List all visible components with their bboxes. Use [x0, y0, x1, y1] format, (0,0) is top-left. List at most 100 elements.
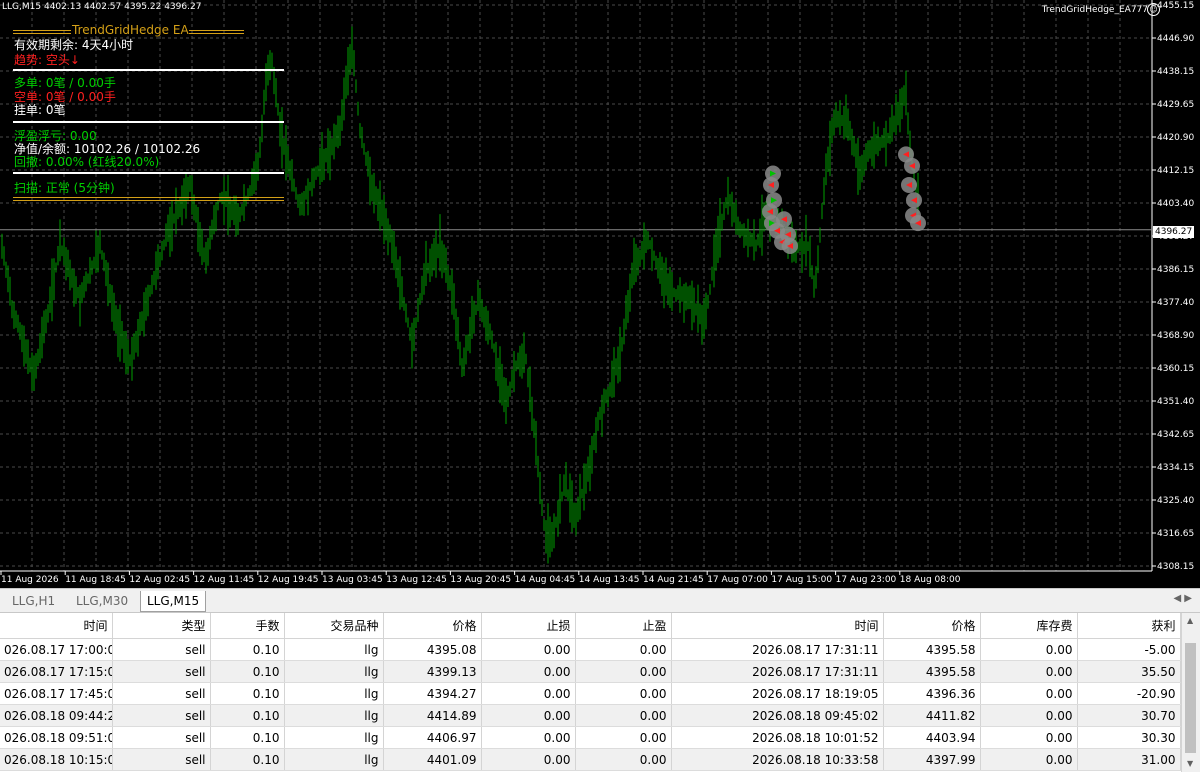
time-axis-label: 11 Aug 2026 — [1, 575, 59, 585]
cell-open-time: 026.08.17 17:45:00 — [0, 682, 113, 705]
cell-stop-loss: 0.00 — [481, 638, 576, 661]
cell-symbol: llg — [284, 660, 384, 683]
time-axis-label: 11 Aug 18:45 — [65, 575, 126, 585]
cell-type: sell — [112, 682, 211, 705]
tab-llg-m15[interactable]: LLG,M15 — [140, 591, 207, 612]
cell-take-profit: 0.00 — [575, 726, 672, 749]
cell-stop-loss: 0.00 — [481, 726, 576, 749]
cell-type: sell — [112, 638, 211, 661]
price-axis-label: 4368.90 — [1157, 331, 1194, 341]
time-axis-label: 12 Aug 19:45 — [258, 575, 319, 585]
price-axis-label: 4386.15 — [1157, 265, 1194, 275]
col-header-open-time[interactable]: 时间 — [0, 613, 113, 639]
col-header-take-profit[interactable]: 止盈 — [575, 613, 672, 639]
price-axis-label: 4446.90 — [1157, 34, 1194, 44]
time-axis-label: 12 Aug 02:45 — [129, 575, 190, 585]
table-row[interactable]: 026.08.18 09:51:02 sell 0.10 llg 4406.97 0.00… — [0, 726, 1181, 749]
col-header-stop-loss[interactable]: 止损 — [481, 613, 576, 639]
cell-profit: -5.00 — [1077, 638, 1181, 661]
cell-open-price: 4394.27 — [383, 682, 482, 705]
cell-swap: 0.00 — [980, 748, 1078, 771]
scrollbar-thumb[interactable] — [1185, 643, 1196, 753]
table-scrollbar[interactable]: ▲ ▼ — [1181, 613, 1200, 772]
chart-ohlc-values: 4402.13 4402.57 4395.22 4396.27 — [43, 2, 202, 12]
time-axis-label: 17 Aug 07:00 — [707, 575, 768, 585]
ea-drawdown: 回撤: 0.00% (红线20.0%) — [14, 155, 160, 169]
time-axis-label: 14 Aug 04:45 — [515, 575, 576, 585]
cell-profit: 31.00 — [1077, 748, 1181, 771]
scroll-up-icon[interactable]: ▲ — [1187, 616, 1193, 625]
panel-title-rule-left-2 — [13, 33, 71, 34]
panel-title-rule-left — [13, 30, 71, 31]
cell-swap: 0.00 — [980, 638, 1078, 661]
price-chart[interactable]: 4455.15 4446.90 4438.15 4429.65 4420.90 4412.… — [0, 0, 1200, 588]
cell-take-profit: 0.00 — [575, 660, 672, 683]
cell-open-price: 4406.97 — [383, 726, 482, 749]
cell-stop-loss: 0.00 — [481, 748, 576, 771]
time-axis-label: 14 Aug 21:45 — [643, 575, 704, 585]
cell-lots: 0.10 — [210, 748, 285, 771]
cell-symbol: llg — [284, 638, 384, 661]
table-row[interactable]: 026.08.17 17:15:00 sell 0.10 llg 4399.13 0.00… — [0, 660, 1181, 683]
table-row[interactable]: 026.08.18 10:15:00 sell 0.10 llg 4401.09 0.00… — [0, 748, 1181, 771]
cell-stop-loss: 0.00 — [481, 682, 576, 705]
table-row[interactable]: 026.08.17 17:00:00 sell 0.10 llg 4395.08 0.00… — [0, 638, 1181, 661]
col-header-close-price[interactable]: 价格 — [883, 613, 981, 639]
cell-lots: 0.10 — [210, 660, 285, 683]
cell-close-price: 4397.99 — [883, 748, 981, 771]
col-header-close-time[interactable]: 时间 — [671, 613, 884, 639]
cell-lots: 0.10 — [210, 638, 285, 661]
cell-open-time: 026.08.17 17:00:00 — [0, 638, 113, 661]
col-header-open-price[interactable]: 价格 — [383, 613, 482, 639]
cell-type: sell — [112, 704, 211, 727]
cell-take-profit: 0.00 — [575, 704, 672, 727]
col-header-swap[interactable]: 库存费 — [980, 613, 1078, 639]
price-axis-label: 4377.40 — [1157, 298, 1194, 308]
panel-title-rule-right-2 — [189, 33, 244, 34]
cell-take-profit: 0.00 — [575, 682, 672, 705]
cell-swap: 0.00 — [980, 682, 1078, 705]
cell-lots: 0.10 — [210, 704, 285, 727]
panel-divider-2 — [13, 121, 284, 123]
cell-stop-loss: 0.00 — [481, 704, 576, 727]
cell-close-time: 2026.08.18 09:45:02 — [671, 704, 884, 727]
cell-close-time: 2026.08.17 17:31:11 — [671, 638, 884, 661]
tab-llg-m30[interactable]: LLG,M30 — [70, 591, 134, 612]
cell-type: sell — [112, 726, 211, 749]
table-row[interactable]: 026.08.17 17:45:00 sell 0.10 llg 4394.27 0.00… — [0, 682, 1181, 705]
cell-swap: 0.00 — [980, 660, 1078, 683]
table-row[interactable]: 026.08.18 09:44:20 sell 0.10 llg 4414.89 0.00… — [0, 704, 1181, 727]
time-axis-label: 14 Aug 13:45 — [579, 575, 640, 585]
tab-llg-h1[interactable]: LLG,H1 — [6, 591, 61, 612]
chart-canvas[interactable]: 4455.15 4446.90 4438.15 4429.65 4420.90 4412.… — [0, 0, 1200, 588]
ea-trend: 趋势: 空头↓ — [14, 53, 80, 67]
current-price-tag: 4396.27 — [1153, 226, 1195, 238]
price-axis-label: 4429.65 — [1157, 100, 1194, 110]
time-axis-label: 12 Aug 11:45 — [194, 575, 255, 585]
tab-scroll-arrows-icon[interactable]: ◀ ▶ — [1173, 593, 1192, 604]
cell-open-time: 026.08.18 09:44:20 — [0, 704, 113, 727]
cell-close-price: 4395.58 — [883, 638, 981, 661]
time-axis-label: 17 Aug 15:00 — [771, 575, 832, 585]
time-axis-label: 18 Aug 08:00 — [900, 575, 961, 585]
chart-ohlc-header: LLG,M15 4402.13 4402.57 4395.22 4396.27 — [2, 2, 201, 12]
time-axis-label: 13 Aug 03:45 — [322, 575, 383, 585]
price-axis-label: 4316.65 — [1157, 529, 1194, 539]
ea-panel-title: TrendGridHedge EA — [72, 23, 189, 37]
col-header-lots[interactable]: 手数 — [210, 613, 285, 639]
cell-open-price: 4401.09 — [383, 748, 482, 771]
cell-close-time: 2026.08.17 17:31:11 — [671, 660, 884, 683]
col-header-profit[interactable]: 获利 — [1077, 613, 1181, 639]
cell-symbol: llg — [284, 682, 384, 705]
price-axis-label: 4412.15 — [1157, 166, 1194, 176]
price-axis-label: 4351.40 — [1157, 397, 1194, 407]
ea-smiley-icon[interactable]: ☺ — [1147, 3, 1160, 16]
scroll-down-icon[interactable]: ▼ — [1187, 759, 1193, 768]
cell-open-time: 026.08.18 09:51:02 — [0, 726, 113, 749]
chart-tab-bar: LLG,H1 LLG,M30 LLG,M15 ◀ ▶ — [0, 588, 1200, 613]
col-header-symbol[interactable]: 交易品种 — [284, 613, 384, 639]
cell-symbol: llg — [284, 704, 384, 727]
col-header-type[interactable]: 类型 — [112, 613, 211, 639]
cell-open-time: 026.08.17 17:15:00 — [0, 660, 113, 683]
cell-symbol: llg — [284, 748, 384, 771]
